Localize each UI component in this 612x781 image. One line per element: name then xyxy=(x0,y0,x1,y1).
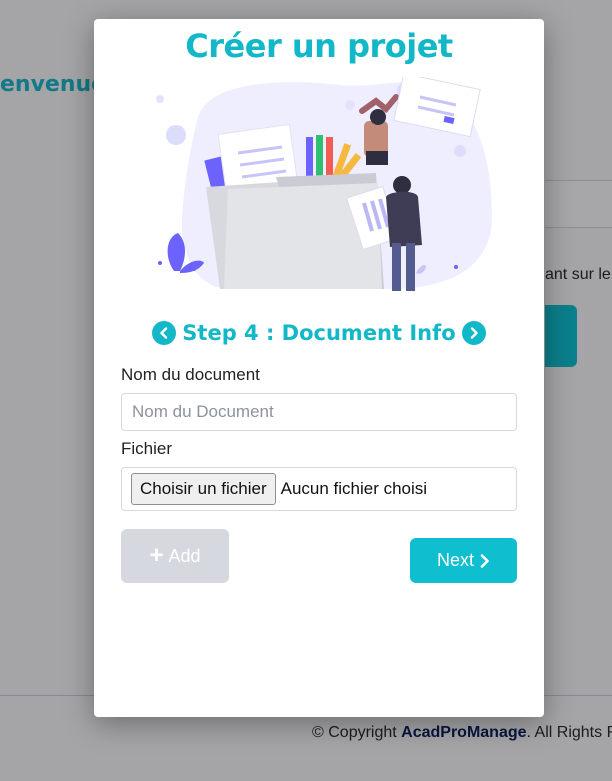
document-upload-illustration xyxy=(156,77,492,291)
step-navigation: Step 4 : Document Info xyxy=(94,321,544,345)
next-button-label: Next xyxy=(436,550,474,570)
add-button-label: Add xyxy=(168,545,201,566)
chevron-right-circle-icon[interactable] xyxy=(461,321,486,345)
file-label: Fichier xyxy=(121,439,173,458)
file-status: Aucun fichier choisi xyxy=(280,479,428,498)
modal-title: Créer un projet xyxy=(185,27,453,65)
add-button[interactable]: + Add xyxy=(121,529,229,583)
chevron-right-icon xyxy=(480,553,489,568)
document-name-label: Nom du document xyxy=(121,365,260,384)
step-title: Step 4 : Document Info xyxy=(182,321,456,345)
next-button[interactable]: Next xyxy=(410,538,517,583)
create-project-modal: Créer un projet Step 4: Document Info N… xyxy=(94,19,544,717)
plus-icon: + xyxy=(149,542,164,569)
file-input[interactable]: Choisir un fichier Aucun fichier choisi xyxy=(121,467,517,511)
document-name-input[interactable] xyxy=(121,393,517,431)
choose-file-button[interactable]: Choisir un fichier xyxy=(131,473,276,505)
chevron-left-circle-icon[interactable] xyxy=(152,321,177,345)
